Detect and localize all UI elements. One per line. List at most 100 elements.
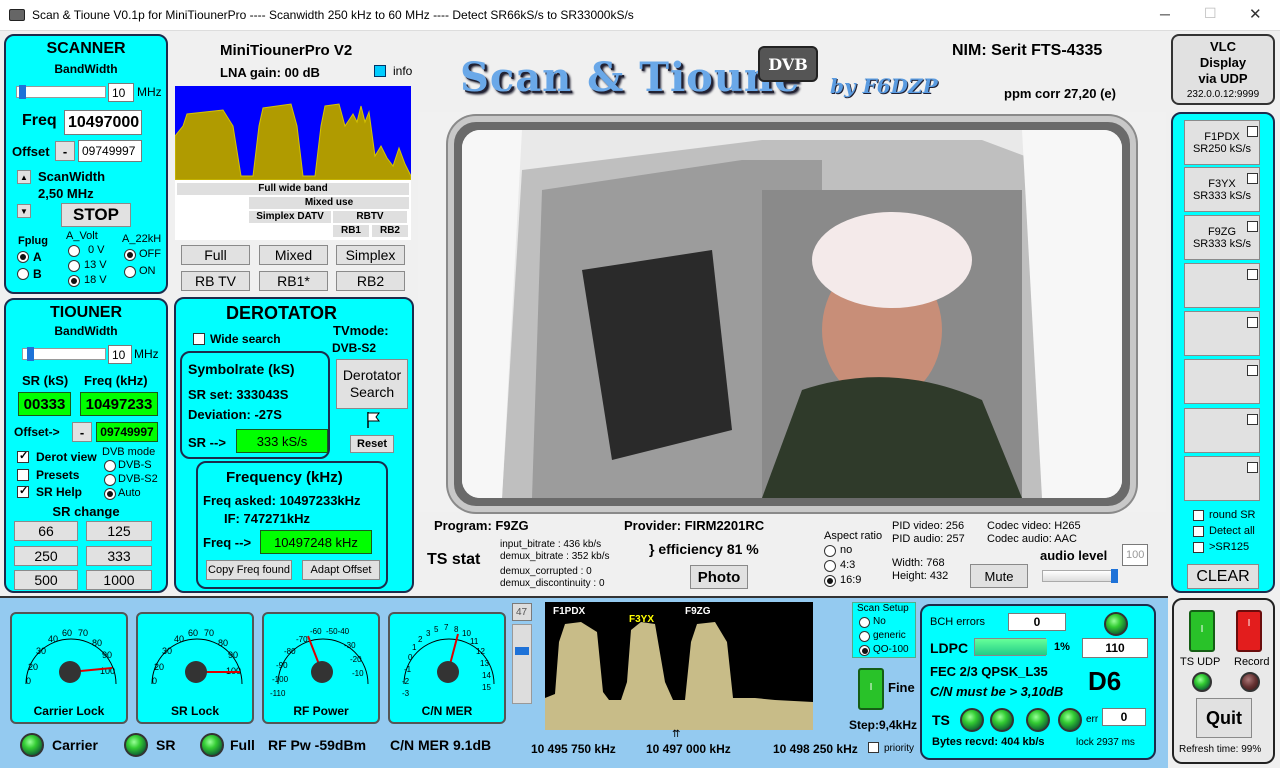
ldpc-bar xyxy=(974,638,1047,656)
station-check-5[interactable] xyxy=(1247,317,1258,328)
ts-udp-toggle[interactable]: I xyxy=(1189,610,1215,652)
wide-spectrum-view xyxy=(175,86,411,180)
vlc-udp-box[interactable]: VLC Display via UDP 232.0.0.12:9999 xyxy=(1171,34,1275,105)
volt-18-radio[interactable] xyxy=(68,275,80,287)
tiouner-bandwidth-slider[interactable] xyxy=(22,347,106,361)
derotator-search-button[interactable]: Derotator Search xyxy=(336,359,408,409)
station-check-7[interactable] xyxy=(1247,414,1258,425)
gauge-cn-title: C/N MER xyxy=(421,704,473,718)
wide-search-checkbox[interactable] xyxy=(193,333,205,345)
sr-led-label: SR xyxy=(156,737,176,753)
spectrum-level-input[interactable]: 47 xyxy=(512,603,532,621)
station-check-2[interactable] xyxy=(1247,173,1258,184)
volt-13-label: 13 V xyxy=(84,259,107,271)
clear-button[interactable]: CLEAR xyxy=(1187,564,1259,589)
sr-help-checkbox[interactable] xyxy=(17,484,29,498)
volt-13-radio[interactable] xyxy=(68,260,80,272)
narrow-spectrum-view: F1PDX F3YX F9ZG xyxy=(545,602,813,730)
minimize-button[interactable]: ─ xyxy=(1160,6,1170,22)
close-button[interactable]: ✕ xyxy=(1249,5,1262,23)
full-led xyxy=(200,733,224,757)
fine-toggle[interactable]: I xyxy=(858,668,884,710)
volt-0-radio[interactable] xyxy=(68,245,80,257)
svg-text:0: 0 xyxy=(152,676,157,686)
station-check-1[interactable] xyxy=(1247,126,1258,137)
presets-checkbox[interactable] xyxy=(17,469,29,481)
svg-text:-50-40: -50-40 xyxy=(326,627,350,636)
station-check-8[interactable] xyxy=(1247,462,1258,473)
fplug-a-radio[interactable] xyxy=(17,251,29,263)
station-check-4[interactable] xyxy=(1247,269,1258,280)
sr-ks-label: SR (kS) xyxy=(22,373,69,388)
station-check-6[interactable] xyxy=(1247,365,1258,376)
round-sr-checkbox[interactable] xyxy=(1193,510,1204,521)
info-checkbox[interactable] xyxy=(374,65,386,77)
quit-button[interactable]: Quit xyxy=(1196,698,1252,738)
scanwidth-down-button[interactable]: ▼ xyxy=(17,204,31,218)
priority-checkbox[interactable] xyxy=(868,742,879,753)
dvbs2-radio[interactable] xyxy=(104,474,116,486)
spectrum-marker-icon: ⇈ xyxy=(672,729,681,740)
scan-no-radio[interactable] xyxy=(859,617,870,628)
scan-generic-radio[interactable] xyxy=(859,631,870,642)
scan-qo100-radio[interactable] xyxy=(859,645,870,656)
detect-all-checkbox[interactable] xyxy=(1193,526,1204,537)
22khz-off-radio[interactable] xyxy=(124,249,136,261)
sr-66-button[interactable]: 66 xyxy=(14,521,78,541)
band-rb2-button[interactable]: RB2 xyxy=(336,271,405,291)
tiouner-offset-sign-button[interactable]: - xyxy=(72,422,92,442)
sr125-checkbox[interactable] xyxy=(1193,542,1204,553)
maximize-button[interactable]: ☐ xyxy=(1204,5,1217,22)
audio-level-slider[interactable] xyxy=(1042,569,1118,583)
fplug-b-radio[interactable] xyxy=(17,268,29,280)
aspect-no-label: no xyxy=(840,544,853,556)
round-sr-label: round SR xyxy=(1209,509,1256,521)
aspect-43-radio[interactable] xyxy=(824,560,836,572)
vlc-ip: 232.0.0.12:9999 xyxy=(1186,89,1260,100)
dvbs-radio[interactable] xyxy=(104,460,116,472)
adapt-offset-button[interactable]: Adapt Offset xyxy=(302,560,380,580)
scanner-bandwidth-input[interactable]: 10 xyxy=(108,83,134,102)
sr-125-button[interactable]: 125 xyxy=(86,521,152,541)
scanner-title: SCANNER xyxy=(46,40,126,57)
tiouner-bandwidth-input[interactable]: 10 xyxy=(108,345,132,364)
band-rbtv-button[interactable]: RB TV xyxy=(181,271,250,291)
tiouner-bandwidth-label: BandWidth xyxy=(54,324,118,338)
derot-view-checkbox[interactable] xyxy=(17,449,29,463)
scanner-freq-input[interactable]: 10497000 xyxy=(64,110,142,135)
audio-level-input[interactable]: 100 xyxy=(1122,544,1148,566)
flag-icon[interactable] xyxy=(366,411,380,428)
aspect-169-radio[interactable] xyxy=(824,575,836,587)
auto-radio[interactable] xyxy=(104,488,116,500)
reset-button[interactable]: Reset xyxy=(350,435,394,453)
sr-change-label: SR change xyxy=(52,504,120,519)
aspect-no-radio[interactable] xyxy=(824,545,836,557)
scanner-bandwidth-slider[interactable] xyxy=(16,85,106,99)
sr-333-button[interactable]: 333 xyxy=(86,546,152,566)
band-simplex-button[interactable]: Simplex xyxy=(336,245,405,265)
copy-freq-found-button[interactable]: Copy Freq found xyxy=(206,560,292,580)
band-simplex-datv: Simplex DATV xyxy=(249,211,331,223)
22khz-on-radio[interactable] xyxy=(124,266,136,278)
scan-setup-group: Scan Setup No generic QO-100 xyxy=(852,602,916,658)
photo-button[interactable]: Photo xyxy=(690,565,748,589)
band-full-button[interactable]: Full xyxy=(181,245,250,265)
tiouner-offset-box: 09749997 xyxy=(96,422,158,442)
band-rb1-button[interactable]: RB1* xyxy=(259,271,328,291)
record-toggle[interactable]: I xyxy=(1236,610,1262,652)
scanner-offset-input[interactable]: 09749997 xyxy=(78,140,142,162)
fine-label: Fine xyxy=(888,680,915,695)
band-mixed-button[interactable]: Mixed xyxy=(259,245,328,265)
stop-button[interactable]: STOP xyxy=(61,203,131,227)
22khz-off-label: OFF xyxy=(139,248,161,260)
sr-250-button[interactable]: 250 xyxy=(14,546,78,566)
scanwidth-label: ScanWidth xyxy=(38,169,106,184)
station-check-3[interactable] xyxy=(1247,221,1258,232)
spectrum-level-slider[interactable] xyxy=(512,624,532,704)
mute-button[interactable]: Mute xyxy=(970,564,1028,588)
sr-500-button[interactable]: 500 xyxy=(14,570,78,590)
aspect-ratio-label: Aspect ratio xyxy=(824,530,883,542)
scanner-offset-sign-button[interactable]: - xyxy=(55,141,75,161)
sr-1000-button[interactable]: 1000 xyxy=(86,570,152,590)
scanwidth-up-button[interactable]: ▲ xyxy=(17,170,31,184)
